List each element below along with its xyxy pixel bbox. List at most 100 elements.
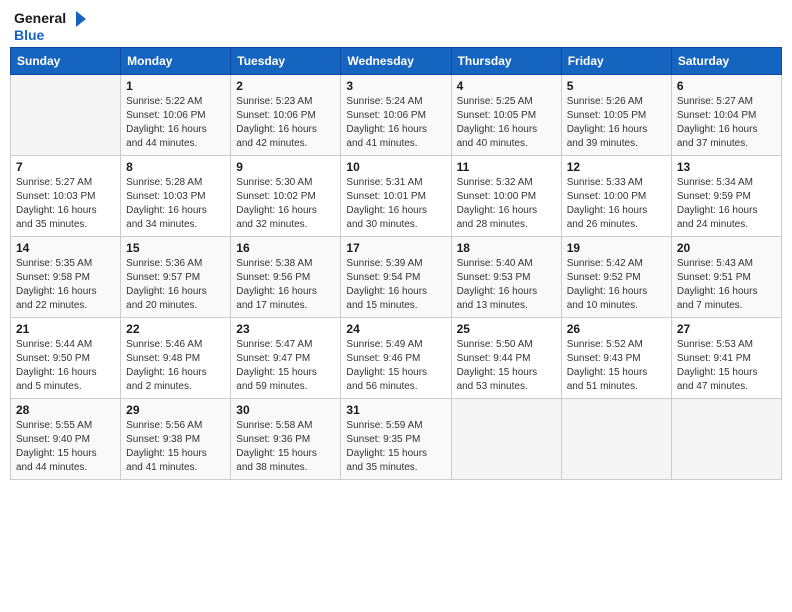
- day-number: 8: [126, 160, 225, 174]
- day-info: Sunrise: 5:30 AMSunset: 10:02 PMDaylight…: [236, 176, 335, 232]
- day-info: Sunrise: 5:38 AMSunset: 9:56 PMDaylight:…: [236, 257, 335, 313]
- calendar-cell: 21 Sunrise: 5:44 AMSunset: 9:50 PMDayligh…: [11, 318, 121, 399]
- day-number: 27: [677, 322, 776, 336]
- calendar-cell: 11Sunrise: 5:32 AMSunset: 10:00 PMDaylig…: [451, 156, 561, 237]
- col-header-thursday: Thursday: [451, 48, 561, 75]
- calendar-cell: [451, 399, 561, 480]
- day-info: Sunrise: 5:31 AMSunset: 10:01 PMDaylight…: [346, 176, 445, 232]
- day-number: 12: [567, 160, 666, 174]
- day-number: 20: [677, 241, 776, 255]
- logo-shape-icon: [68, 10, 86, 28]
- day-info: Sunrise: 5:50 AMSunset: 9:44 PMDaylight:…: [457, 338, 556, 394]
- day-number: 15: [126, 241, 225, 255]
- calendar-cell: 5 Sunrise: 5:26 AMSunset: 10:05 PMDayligh…: [561, 75, 671, 156]
- calendar-cell: 28Sunrise: 5:55 AMSunset: 9:40 PMDayligh…: [11, 399, 121, 480]
- day-info: Sunrise: 5:26 AMSunset: 10:05 PMDaylight…: [567, 95, 666, 151]
- calendar-cell: 20 Sunrise: 5:43 AMSunset: 9:51 PMDayligh…: [671, 237, 781, 318]
- day-number: 30: [236, 403, 335, 417]
- day-number: 5: [567, 79, 666, 93]
- calendar-cell: 3 Sunrise: 5:24 AMSunset: 10:06 PMDayligh…: [341, 75, 451, 156]
- day-number: 17: [346, 241, 445, 255]
- day-info: Sunrise: 5:35 AMSunset: 9:58 PMDaylight:…: [16, 257, 115, 313]
- day-number: 18: [457, 241, 556, 255]
- page-header: General Blue: [10, 10, 782, 43]
- calendar-cell: 15 Sunrise: 5:36 AMSunset: 9:57 PMDayligh…: [121, 237, 231, 318]
- calendar-cell: 12 Sunrise: 5:33 AMSunset: 10:00 PMDaylig…: [561, 156, 671, 237]
- logo-text: General Blue: [14, 10, 86, 43]
- day-info: Sunrise: 5:28 AMSunset: 10:03 PMDaylight…: [126, 176, 225, 232]
- calendar-cell: [11, 75, 121, 156]
- calendar-cell: 13 Sunrise: 5:34 AMSunset: 9:59 PMDayligh…: [671, 156, 781, 237]
- calendar-cell: 19Sunrise: 5:42 AMSunset: 9:52 PMDayligh…: [561, 237, 671, 318]
- calendar-cell: 1 Sunrise: 5:22 AMSunset: 10:06 PMDayligh…: [121, 75, 231, 156]
- calendar-cell: 29 Sunrise: 5:56 AMSunset: 9:38 PMDayligh…: [121, 399, 231, 480]
- day-number: 25: [457, 322, 556, 336]
- day-number: 29: [126, 403, 225, 417]
- day-info: Sunrise: 5:59 AMSunset: 9:35 PMDaylight:…: [346, 419, 445, 475]
- day-info: Sunrise: 5:34 AMSunset: 9:59 PMDaylight:…: [677, 176, 776, 232]
- day-info: Sunrise: 5:43 AMSunset: 9:51 PMDaylight:…: [677, 257, 776, 313]
- calendar-cell: 24 Sunrise: 5:49 AMSunset: 9:46 PMDayligh…: [341, 318, 451, 399]
- day-info: Sunrise: 5:52 AMSunset: 9:43 PMDaylight:…: [567, 338, 666, 394]
- col-header-wednesday: Wednesday: [341, 48, 451, 75]
- day-number: 23: [236, 322, 335, 336]
- calendar-cell: 31Sunrise: 5:59 AMSunset: 9:35 PMDayligh…: [341, 399, 451, 480]
- calendar-cell: 16 Sunrise: 5:38 AMSunset: 9:56 PMDayligh…: [231, 237, 341, 318]
- calendar-cell: 17 Sunrise: 5:39 AMSunset: 9:54 PMDayligh…: [341, 237, 451, 318]
- day-info: Sunrise: 5:23 AMSunset: 10:06 PMDaylight…: [236, 95, 335, 151]
- day-info: Sunrise: 5:46 AMSunset: 9:48 PMDaylight:…: [126, 338, 225, 394]
- calendar-cell: 2 Sunrise: 5:23 AMSunset: 10:06 PMDayligh…: [231, 75, 341, 156]
- calendar-cell: 26 Sunrise: 5:52 AMSunset: 9:43 PMDayligh…: [561, 318, 671, 399]
- day-number: 9: [236, 160, 335, 174]
- day-info: Sunrise: 5:24 AMSunset: 10:06 PMDaylight…: [346, 95, 445, 151]
- logo: General Blue: [14, 10, 86, 43]
- day-info: Sunrise: 5:40 AMSunset: 9:53 PMDaylight:…: [457, 257, 556, 313]
- calendar-cell: 6 Sunrise: 5:27 AMSunset: 10:04 PMDayligh…: [671, 75, 781, 156]
- day-number: 4: [457, 79, 556, 93]
- day-info: Sunrise: 5:25 AMSunset: 10:05 PMDaylight…: [457, 95, 556, 151]
- calendar-cell: 27 Sunrise: 5:53 AMSunset: 9:41 PMDayligh…: [671, 318, 781, 399]
- calendar-cell: 22Sunrise: 5:46 AMSunset: 9:48 PMDayligh…: [121, 318, 231, 399]
- calendar-cell: 4 Sunrise: 5:25 AMSunset: 10:05 PMDayligh…: [451, 75, 561, 156]
- day-number: 13: [677, 160, 776, 174]
- day-number: 1: [126, 79, 225, 93]
- day-number: 2: [236, 79, 335, 93]
- calendar-cell: 9 Sunrise: 5:30 AMSunset: 10:02 PMDayligh…: [231, 156, 341, 237]
- col-header-saturday: Saturday: [671, 48, 781, 75]
- calendar-cell: 14 Sunrise: 5:35 AMSunset: 9:58 PMDayligh…: [11, 237, 121, 318]
- day-info: Sunrise: 5:27 AMSunset: 10:03 PMDaylight…: [16, 176, 115, 232]
- day-info: Sunrise: 5:22 AMSunset: 10:06 PMDaylight…: [126, 95, 225, 151]
- day-info: Sunrise: 5:44 AMSunset: 9:50 PMDaylight:…: [16, 338, 115, 394]
- day-number: 16: [236, 241, 335, 255]
- day-info: Sunrise: 5:56 AMSunset: 9:38 PMDaylight:…: [126, 419, 225, 475]
- day-number: 3: [346, 79, 445, 93]
- calendar-cell: 8 Sunrise: 5:28 AMSunset: 10:03 PMDayligh…: [121, 156, 231, 237]
- calendar-cell: [561, 399, 671, 480]
- day-info: Sunrise: 5:36 AMSunset: 9:57 PMDaylight:…: [126, 257, 225, 313]
- day-info: Sunrise: 5:49 AMSunset: 9:46 PMDaylight:…: [346, 338, 445, 394]
- day-number: 28: [16, 403, 115, 417]
- calendar-cell: [671, 399, 781, 480]
- day-number: 26: [567, 322, 666, 336]
- day-number: 24: [346, 322, 445, 336]
- col-header-friday: Friday: [561, 48, 671, 75]
- day-number: 14: [16, 241, 115, 255]
- calendar-cell: 25 Sunrise: 5:50 AMSunset: 9:44 PMDayligh…: [451, 318, 561, 399]
- calendar-cell: 10Sunrise: 5:31 AMSunset: 10:01 PMDaylig…: [341, 156, 451, 237]
- day-info: Sunrise: 5:58 AMSunset: 9:36 PMDaylight:…: [236, 419, 335, 475]
- calendar-cell: 18 Sunrise: 5:40 AMSunset: 9:53 PMDayligh…: [451, 237, 561, 318]
- day-info: Sunrise: 5:47 AMSunset: 9:47 PMDaylight:…: [236, 338, 335, 394]
- col-header-sunday: Sunday: [11, 48, 121, 75]
- col-header-tuesday: Tuesday: [231, 48, 341, 75]
- day-number: 19: [567, 241, 666, 255]
- day-info: Sunrise: 5:32 AMSunset: 10:00 PMDaylight…: [457, 176, 556, 232]
- col-header-monday: Monday: [121, 48, 231, 75]
- day-info: Sunrise: 5:53 AMSunset: 9:41 PMDaylight:…: [677, 338, 776, 394]
- day-number: 6: [677, 79, 776, 93]
- calendar-cell: 7Sunrise: 5:27 AMSunset: 10:03 PMDayligh…: [11, 156, 121, 237]
- calendar-cell: 30 Sunrise: 5:58 AMSunset: 9:36 PMDayligh…: [231, 399, 341, 480]
- day-info: Sunrise: 5:27 AMSunset: 10:04 PMDaylight…: [677, 95, 776, 151]
- day-number: 21: [16, 322, 115, 336]
- day-info: Sunrise: 5:39 AMSunset: 9:54 PMDaylight:…: [346, 257, 445, 313]
- day-info: Sunrise: 5:33 AMSunset: 10:00 PMDaylight…: [567, 176, 666, 232]
